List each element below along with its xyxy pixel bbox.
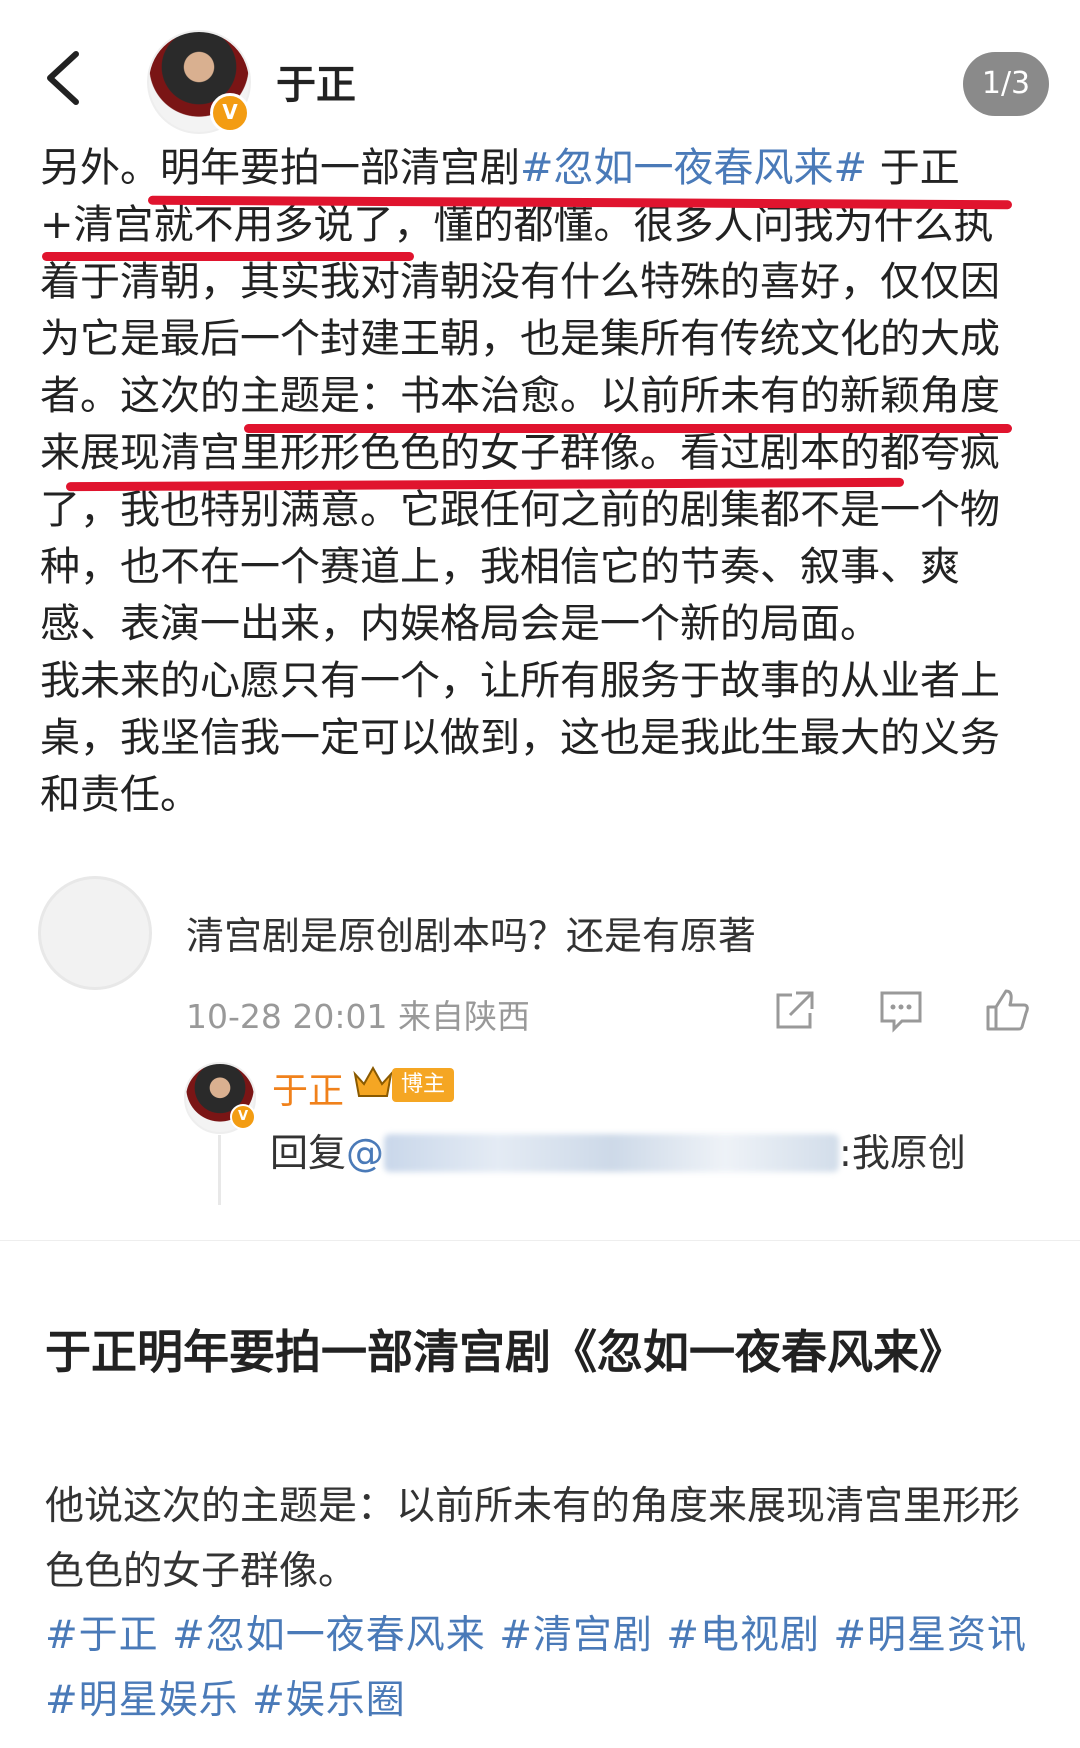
post-paragraph: 另外。明年要拍一部清宫剧#忽如一夜春风来# 于正+清宫就不用多说了，懂的都懂。很… (40, 140, 1030, 653)
reply-prefix: 回复 (270, 1131, 347, 1175)
post-header: V 于正 1/3 (0, 0, 1080, 145)
username[interactable]: 于正 (276, 52, 356, 110)
back-arrow-icon[interactable] (40, 48, 90, 108)
crown-icon (353, 1065, 393, 1097)
post-text-segment: 我未来的心愿只有一个，让所有服务于故事的从业者上桌，我坚信我一定可以做到，这也是… (40, 658, 1000, 818)
comment-icon[interactable] (876, 985, 926, 1035)
highlight-underline (42, 252, 414, 261)
reply-text: 回复@ :我原创 (270, 1122, 966, 1177)
highlight-underline (244, 424, 1012, 433)
like-icon[interactable] (982, 985, 1032, 1035)
post-text-segment: 另外。明年要拍一部清宫剧 (40, 145, 520, 191)
hashtag-link[interactable]: #明星资讯 (833, 1613, 1027, 1658)
share-icon[interactable] (770, 985, 820, 1035)
post-paragraph: 我未来的心愿只有一个，让所有服务于故事的从业者上桌，我坚信我一定可以做到，这也是… (40, 653, 1030, 824)
commenter-avatar[interactable] (38, 876, 152, 990)
verified-badge-icon: V (210, 93, 250, 133)
carousel-dot[interactable] (532, 1240, 544, 1241)
reply-username[interactable]: 于正 (272, 1062, 344, 1114)
carousel-dots (510, 1237, 576, 1241)
hashtag-link[interactable]: #于正 (45, 1613, 159, 1658)
article-tags: #于正 #忽如一夜春风来 #清宫剧 #电视剧 #明星资讯 #明星娱乐 #娱乐圈 (45, 1603, 1040, 1733)
hashtag-link[interactable]: #忽如一夜春风来# (520, 145, 867, 191)
verified-badge-icon: V (230, 1104, 256, 1130)
hashtag-link[interactable]: #娱乐圈 (252, 1678, 406, 1723)
screenshot-panel: V 于正 1/3 另外。明年要拍一部清宫剧#忽如一夜春风来# 于正+清宫就不用多… (0, 0, 1080, 1241)
comment-time: 10-28 20:01 来自陕西 (186, 997, 530, 1036)
comment-text: 清宫剧是原创剧本吗？还是有原著 (186, 914, 757, 958)
hashtag-link[interactable]: #清宫剧 (499, 1613, 653, 1658)
article-body: 他说这次的主题是：以前所未有的角度来展现清宫里形形色色的女子群像。 (45, 1484, 1021, 1594)
blogger-badge: 博主 (392, 1068, 454, 1102)
hashtag-link[interactable]: #电视剧 (666, 1613, 820, 1658)
carousel-dot[interactable] (510, 1240, 522, 1241)
article-title: 于正明年要拍一部清宫剧《忽如一夜春风来》 (45, 1325, 965, 1379)
hashtag-link[interactable]: #明星娱乐 (45, 1678, 239, 1723)
reply-suffix: :我原创 (839, 1131, 966, 1175)
hashtag-link[interactable]: #忽如一夜春风来 (172, 1613, 486, 1658)
reply-thread-line (218, 1135, 221, 1205)
mention-at[interactable]: @ (346, 1131, 384, 1175)
post-text-segment: 于正+清宫就不用多说了，懂的都懂。很多人问我为什么执着于清朝，其实我对清朝没有什… (40, 145, 1000, 647)
image-pager: 1/3 (963, 52, 1049, 116)
carousel-dot[interactable] (554, 1240, 566, 1241)
blurred-mention (384, 1134, 840, 1172)
